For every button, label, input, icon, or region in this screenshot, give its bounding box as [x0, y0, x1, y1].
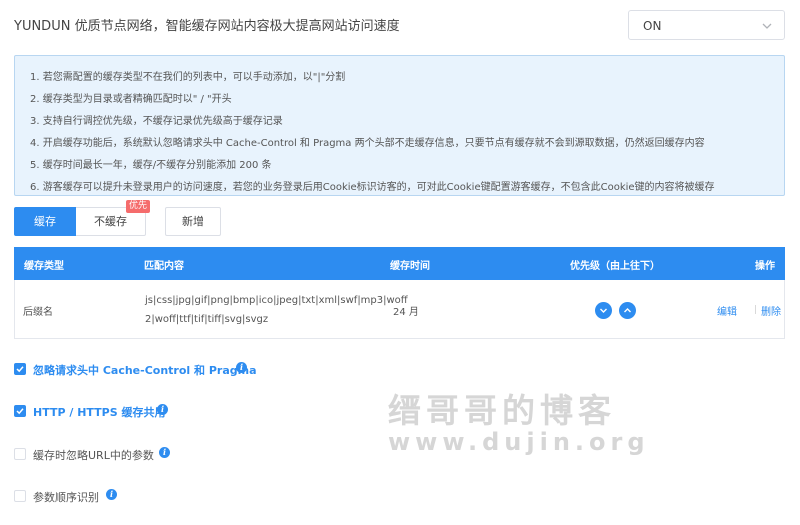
move-down-button[interactable] — [595, 302, 612, 319]
check-icon — [16, 408, 24, 415]
tab-cache[interactable]: 缓存 — [14, 207, 76, 236]
watermark-text: 缙哥哥的博客 — [388, 391, 616, 430]
column-header-type: 缓存类型 — [24, 261, 64, 272]
shared-cache-label[interactable]: HTTP / HTTPS 缓存共用 — [33, 404, 165, 420]
notice-line: 3. 支持自行调控优先级，不缓存记录优先级高于缓存记录 — [30, 116, 283, 127]
column-header-ops: 操作 — [755, 261, 775, 272]
notice-line: 4. 开启缓存功能后，系统默认忽略请求头中 Cache-Control 和 Pr… — [30, 138, 705, 149]
notice-line: 5. 缓存时间最长一年，缓存/不缓存分别能添加 200 条 — [30, 160, 272, 171]
column-header-priority: 优先级（由上往下） — [570, 261, 660, 272]
status-select[interactable]: ON — [628, 10, 785, 40]
table-row: 后缀名 js|css|jpg|gif|png|bmp|ico|jpeg|txt|… — [14, 280, 785, 339]
notice-box: 1. 若您需配置的缓存类型不在我们的列表中，可以手动添加，以"|"分割 2. 缓… — [14, 55, 785, 196]
cell-match: js|css|jpg|gif|png|bmp|ico|jpeg|txt|xml|… — [145, 291, 408, 329]
chevron-up-icon — [624, 308, 631, 313]
ignore-headers-label[interactable]: 忽略请求头中 Cache-Control 和 Pragma — [33, 362, 257, 378]
table-header: 缓存类型 匹配内容 缓存时间 优先级（由上往下） 操作 — [14, 247, 785, 280]
cell-match-line: 2|woff|ttf|tif|tiff|svg|svgz — [145, 314, 269, 325]
notice-line: 2. 缓存类型为目录或者精确匹配时以" / "开头 — [30, 94, 232, 105]
notice-line: 1. 若您需配置的缓存类型不在我们的列表中，可以手动添加，以"|"分割 — [30, 72, 346, 83]
ignore-url-params-label[interactable]: 缓存时忽略URL中的参数 — [33, 447, 154, 463]
add-button[interactable]: 新增 — [165, 207, 221, 236]
column-header-time: 缓存时间 — [390, 261, 430, 272]
cell-type: 后缀名 — [23, 307, 53, 318]
info-icon[interactable]: i — [159, 447, 170, 458]
move-up-button[interactable] — [619, 302, 636, 319]
cell-time: 24 月 — [393, 307, 419, 318]
info-icon[interactable]: i — [157, 404, 168, 415]
column-header-match: 匹配内容 — [144, 261, 184, 272]
delete-link[interactable]: 删除 — [761, 303, 781, 318]
param-order-label[interactable]: 参数顺序识别 — [33, 489, 99, 505]
cell-match-line: js|css|jpg|gif|png|bmp|ico|jpeg|txt|xml|… — [145, 295, 408, 306]
notice-line: 6. 游客缓存可以提升未登录用户的访问速度，若您的业务登录后用Cookie标识访… — [30, 182, 715, 193]
info-icon[interactable]: i — [106, 489, 117, 500]
check-icon — [16, 366, 24, 373]
divider — [755, 305, 756, 314]
chevron-down-icon — [600, 308, 607, 313]
status-select-value: ON — [643, 19, 662, 33]
shared-cache-checkbox[interactable] — [14, 405, 26, 417]
info-icon[interactable]: i — [236, 362, 247, 373]
ignore-url-params-checkbox[interactable] — [14, 448, 26, 460]
priority-badge: 优先 — [126, 200, 151, 213]
page-title: YUNDUN 优质节点网络，智能缓存网站内容极大提高网站访问速度 — [14, 19, 400, 34]
chevron-down-icon — [762, 23, 772, 29]
param-order-checkbox[interactable] — [14, 490, 26, 502]
edit-link[interactable]: 编辑 — [717, 303, 737, 318]
ignore-headers-checkbox[interactable] — [14, 363, 26, 375]
watermark-url: www.dujin.org — [388, 428, 650, 456]
